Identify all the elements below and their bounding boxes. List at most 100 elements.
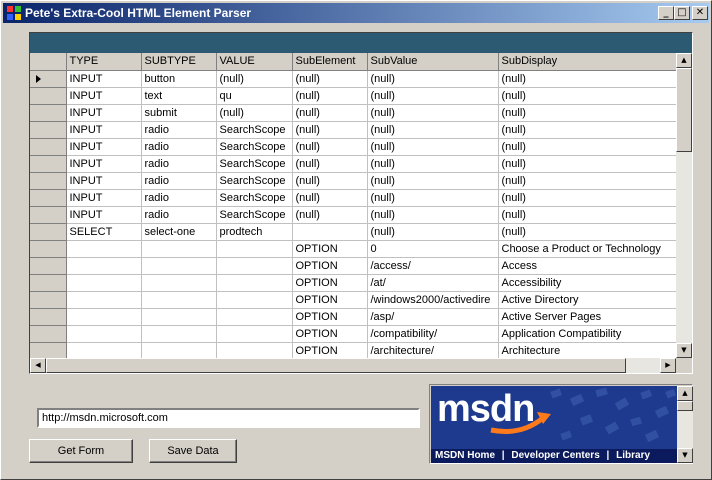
table-row[interactable]: SELECT select-one prodtech (null) (null) xyxy=(30,223,676,241)
banner-vertical-scrollbar[interactable]: ▲ ▼ xyxy=(677,386,693,463)
table-cell[interactable] xyxy=(141,240,217,258)
table-row[interactable]: INPUT radio SearchScope (null) (null) (null) xyxy=(30,189,676,207)
table-cell[interactable] xyxy=(216,325,293,343)
table-cell[interactable] xyxy=(141,342,217,358)
row-selector[interactable] xyxy=(30,206,67,224)
table-cell[interactable]: (null) xyxy=(292,87,368,105)
table-cell[interactable]: (null) xyxy=(292,104,368,122)
table-cell[interactable]: (null) xyxy=(367,189,499,207)
table-cell[interactable]: text xyxy=(141,87,217,105)
table-cell[interactable] xyxy=(216,257,293,275)
table-cell[interactable] xyxy=(66,325,142,343)
close-button[interactable]: ✕ xyxy=(692,6,708,20)
table-row[interactable]: OPTION/compatibility/Application Compati… xyxy=(30,325,676,343)
table-cell[interactable]: /at/ xyxy=(367,274,499,292)
table-cell[interactable]: (null) xyxy=(292,206,368,224)
table-cell[interactable]: Active Server Pages xyxy=(498,308,676,326)
table-cell[interactable]: (null) xyxy=(292,138,368,156)
table-cell[interactable]: SearchScope xyxy=(216,206,293,224)
table-cell[interactable] xyxy=(141,325,217,343)
table-cell[interactable]: SearchScope xyxy=(216,155,293,173)
table-row[interactable]: INPUT text qu (null) (null) (null) xyxy=(30,87,676,105)
table-cell[interactable]: radio xyxy=(141,172,217,190)
table-cell[interactable] xyxy=(66,274,142,292)
grid-horizontal-scrollbar[interactable]: ◀ ▶ xyxy=(30,358,676,373)
column-header[interactable]: SubElement xyxy=(292,53,368,71)
table-cell[interactable]: radio xyxy=(141,138,217,156)
table-cell[interactable] xyxy=(141,291,217,309)
grid-hscroll-thumb[interactable] xyxy=(46,358,626,373)
table-cell[interactable]: submit xyxy=(141,104,217,122)
table-cell[interactable]: /windows2000/activedire xyxy=(367,291,499,309)
table-cell[interactable]: INPUT xyxy=(66,189,142,207)
table-row[interactable]: OPTION/access/Access xyxy=(30,257,676,275)
table-cell[interactable]: OPTION xyxy=(292,325,368,343)
table-cell[interactable] xyxy=(216,274,293,292)
table-cell[interactable]: INPUT xyxy=(66,121,142,139)
table-cell[interactable]: (null) xyxy=(498,155,676,173)
table-cell[interactable] xyxy=(141,257,217,275)
table-cell[interactable]: Architecture xyxy=(498,342,676,358)
table-cell[interactable]: INPUT xyxy=(66,155,142,173)
nav-msdn-home[interactable]: MSDN Home xyxy=(435,450,495,461)
row-selector[interactable] xyxy=(30,104,67,122)
table-cell[interactable]: /architecture/ xyxy=(367,342,499,358)
table-cell[interactable] xyxy=(66,240,142,258)
table-cell[interactable]: INPUT xyxy=(66,70,142,88)
row-selector[interactable] xyxy=(30,223,67,241)
table-cell[interactable]: SearchScope xyxy=(216,172,293,190)
row-selector[interactable] xyxy=(30,291,67,309)
nav-library[interactable]: Library xyxy=(616,450,650,461)
get-form-button[interactable]: Get Form xyxy=(29,439,133,463)
table-cell[interactable]: radio xyxy=(141,155,217,173)
table-cell[interactable]: /access/ xyxy=(367,257,499,275)
table-cell[interactable]: SearchScope xyxy=(216,189,293,207)
table-cell[interactable]: (null) xyxy=(498,206,676,224)
banner-vscroll-thumb[interactable] xyxy=(677,401,693,411)
table-row[interactable]: OPTION/at/Accessibility xyxy=(30,274,676,292)
table-cell[interactable]: radio xyxy=(141,206,217,224)
table-cell[interactable]: (null) xyxy=(292,172,368,190)
column-header[interactable]: VALUE xyxy=(216,53,293,71)
scroll-down-icon[interactable]: ▼ xyxy=(676,343,692,358)
row-selector[interactable] xyxy=(30,87,67,105)
table-cell[interactable]: OPTION xyxy=(292,308,368,326)
table-cell[interactable]: (null) xyxy=(367,121,499,139)
table-row[interactable]: OPTION/asp/Active Server Pages xyxy=(30,308,676,326)
row-selector[interactable] xyxy=(30,308,67,326)
table-cell[interactable]: (null) xyxy=(367,70,499,88)
table-cell[interactable]: (null) xyxy=(498,87,676,105)
table-cell[interactable] xyxy=(216,240,293,258)
table-cell[interactable]: (null) xyxy=(498,121,676,139)
table-row[interactable]: INPUT radio SearchScope (null) (null) (null) xyxy=(30,155,676,173)
table-cell[interactable]: radio xyxy=(141,121,217,139)
url-input[interactable] xyxy=(37,408,420,428)
table-cell[interactable]: Active Directory xyxy=(498,291,676,309)
row-selector[interactable] xyxy=(30,189,67,207)
table-cell[interactable]: INPUT xyxy=(66,206,142,224)
table-cell[interactable] xyxy=(66,308,142,326)
table-cell[interactable]: select-one xyxy=(141,223,217,241)
table-row[interactable]: INPUT button (null) (null) (null) (null) xyxy=(30,70,676,88)
banner-scroll-down-icon[interactable]: ▼ xyxy=(677,448,693,463)
grid-vertical-scrollbar[interactable]: ▲ ▼ xyxy=(676,53,692,358)
nav-developer-centers[interactable]: Developer Centers xyxy=(511,450,599,461)
msdn-banner[interactable]: msdn MSDN Home | Developer Centers | Lib… xyxy=(431,386,677,463)
table-cell[interactable] xyxy=(66,291,142,309)
table-row[interactable]: INPUT submit (null) (null) (null) (null) xyxy=(30,104,676,122)
table-cell[interactable]: Accessibility xyxy=(498,274,676,292)
row-selector[interactable] xyxy=(30,257,67,275)
table-row[interactable]: INPUT radio SearchScope (null) (null) (null) xyxy=(30,138,676,156)
table-cell[interactable]: (null) xyxy=(292,121,368,139)
table-row[interactable]: OPTION/windows2000/activedire Active Dire… xyxy=(30,291,676,309)
table-cell[interactable]: (null) xyxy=(498,138,676,156)
save-data-button[interactable]: Save Data xyxy=(149,439,237,463)
table-cell[interactable]: radio xyxy=(141,189,217,207)
table-cell[interactable] xyxy=(216,342,293,358)
table-cell[interactable]: INPUT xyxy=(66,87,142,105)
table-row[interactable]: INPUT radio SearchScope (null) (null) (null) xyxy=(30,172,676,190)
table-cell[interactable]: INPUT xyxy=(66,138,142,156)
column-header[interactable]: SubDisplay xyxy=(498,53,676,71)
row-selector[interactable] xyxy=(30,342,67,358)
table-row[interactable]: OPTION/architecture/Architecture xyxy=(30,342,676,358)
